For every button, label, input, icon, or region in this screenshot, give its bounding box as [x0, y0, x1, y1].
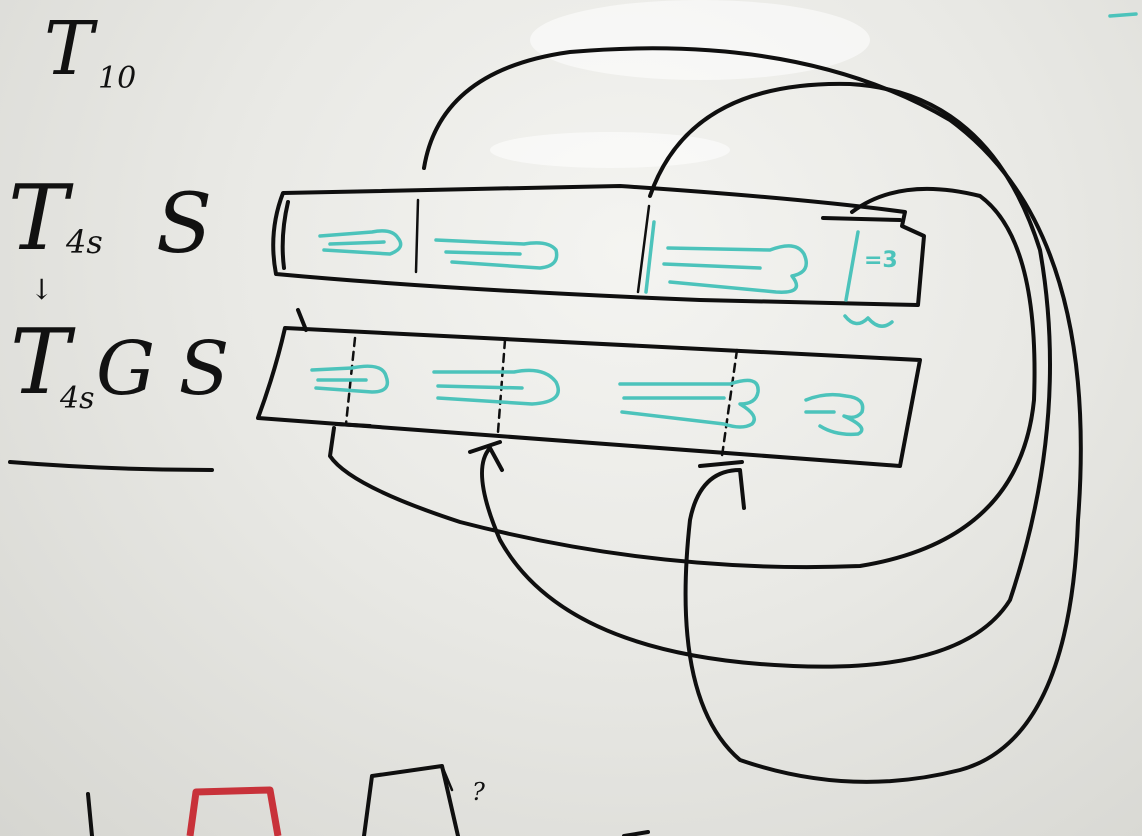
label-row2-suffix: G S	[96, 326, 230, 412]
bottom-strip-divider	[720, 348, 739, 458]
arc-arrowhead	[468, 440, 502, 454]
whiteboard-drawing	[8, 0, 1138, 836]
teal-scribbles-bottom	[310, 364, 865, 437]
label-row1-main: T	[8, 166, 69, 271]
strip-cell-mark: =3	[864, 248, 898, 273]
top-strip-divider	[414, 198, 420, 274]
whiteboard-photo: T 10 T 4s S ↓ T 4s G S ? =3	[0, 0, 1142, 836]
top-strip-inner	[280, 200, 290, 270]
bottom-bracket	[362, 764, 460, 836]
top-strip	[271, 184, 926, 307]
label-row1-sub: 4s	[66, 223, 103, 261]
question-mark: ?	[472, 778, 485, 806]
arc-arrowhead	[698, 460, 744, 468]
glare	[490, 132, 730, 168]
top-strip-tab	[821, 216, 902, 222]
corner-teal-mark	[1108, 12, 1138, 18]
label-t10-main: T	[44, 6, 94, 92]
label-underline	[8, 460, 214, 472]
teal-scribbles-top	[318, 220, 894, 328]
label-row2-sub: 4s	[60, 381, 95, 416]
bottom-stroke	[86, 792, 94, 836]
bottom-dash	[622, 830, 650, 836]
arc-connector	[328, 186, 1037, 570]
arc-connector	[480, 81, 1052, 669]
label-t10-sub: 10	[98, 61, 137, 96]
label-row1-suffix: S	[156, 177, 213, 272]
arc-arrowhead	[334, 422, 372, 428]
red-box	[186, 786, 282, 836]
label-row1-under: ↓	[30, 273, 54, 306]
